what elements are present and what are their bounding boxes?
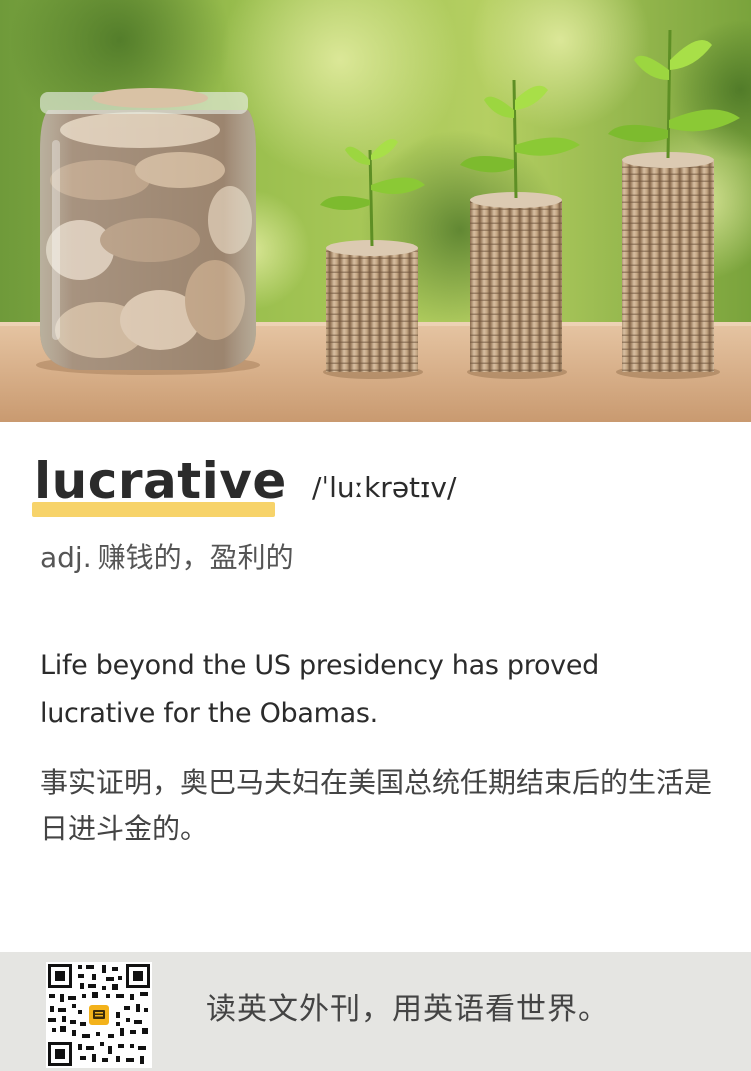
example-sentence-en: Life beyond the US presidency has proved… [40,650,599,729]
qr-code[interactable] [46,962,152,1068]
headword: lucrative [34,452,287,510]
part-of-speech: adj. [40,541,92,574]
vocabulary-card: lucrative /ˈluːkrətɪv/ adj. 赚钱的，盈利的 Life … [0,0,751,1071]
definition-zh: 赚钱的，盈利的 [97,541,294,574]
headword-row: lucrative /ˈluːkrətɪv/ [32,448,722,520]
coin-jar [36,88,260,375]
phonetic-transcription: /ˈluːkrətɪv/ [312,471,457,504]
example-sentence-zh: 事实证明，奥巴马夫妇在美国总统任期结束后的生活是日进斗金的。 [40,766,713,845]
footer-banner: 读英文外刊，用英语看世界。 [0,952,751,1071]
definition-line: adj. 赚钱的，盈利的 [40,536,294,580]
hero-image [0,0,751,422]
footer-slogan: 读英文外刊，用英语看世界。 [206,992,609,1027]
